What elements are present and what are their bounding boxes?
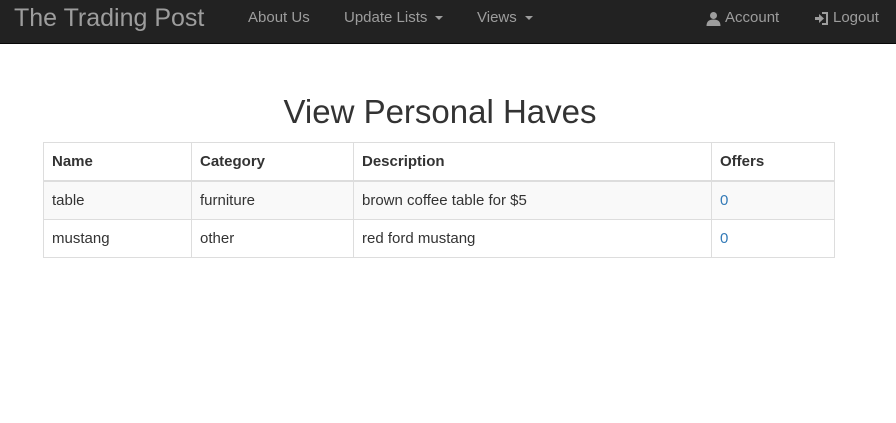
caret-down-icon <box>435 16 444 20</box>
nav-views-dropdown[interactable]: Views <box>477 0 533 36</box>
page-title: View Personal Haves <box>283 93 597 130</box>
nav-account-label: Account <box>725 9 780 26</box>
cell-category: furniture <box>191 180 354 220</box>
log-in-icon <box>814 11 829 26</box>
cell-category: other <box>191 219 354 258</box>
table-row: table furniture brown coffee table for $… <box>43 180 835 220</box>
nav-logout-label: Logout <box>833 9 879 26</box>
nav-update-lists-dropdown[interactable]: Update Lists <box>344 0 444 36</box>
cell-offers: 0 <box>711 180 835 220</box>
cell-description: red ford mustang <box>353 219 712 258</box>
top-navbar: The Trading Post About Us Update Lists V… <box>0 0 896 44</box>
offers-link[interactable]: 0 <box>720 192 728 209</box>
brand-link[interactable]: The Trading Post <box>14 0 204 44</box>
cell-offers: 0 <box>711 219 835 258</box>
nav-account[interactable]: Account <box>706 0 779 36</box>
haves-table: Name Category Description Offers table f… <box>43 142 835 258</box>
cell-name: table <box>43 180 192 220</box>
column-header-description: Description <box>353 142 712 182</box>
user-icon <box>706 11 721 26</box>
cell-name: mustang <box>43 219 192 258</box>
column-header-name: Name <box>43 142 192 182</box>
column-header-category: Category <box>191 142 354 182</box>
nav-about-us-label: About Us <box>248 9 310 26</box>
caret-down-icon <box>524 16 533 20</box>
offers-link[interactable]: 0 <box>720 230 728 247</box>
nav-update-lists-label: Update Lists <box>344 9 428 26</box>
column-header-offers: Offers <box>711 142 835 182</box>
cell-description: brown coffee table for $5 <box>353 180 712 220</box>
table-header-row: Name Category Description Offers <box>43 142 835 182</box>
nav-views-label: Views <box>477 9 517 26</box>
nav-logout[interactable]: Logout <box>814 0 879 36</box>
table-row: mustang other red ford mustang 0 <box>43 219 835 258</box>
nav-about-us[interactable]: About Us <box>248 0 310 36</box>
